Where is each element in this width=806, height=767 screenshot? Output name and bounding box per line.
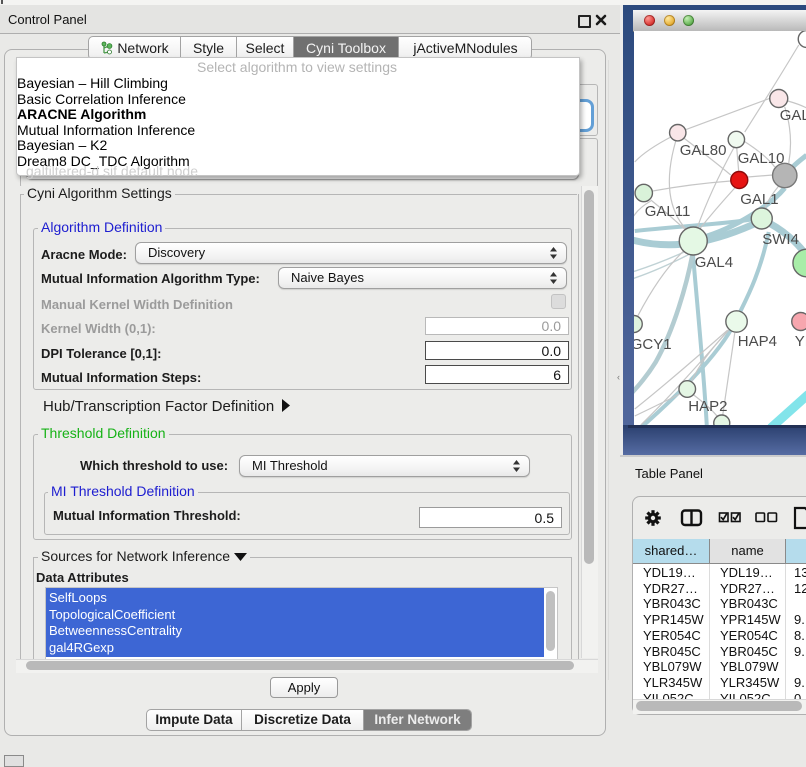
svg-text:GAL7: GAL7 <box>779 107 806 124</box>
svg-text:YM: YM <box>794 333 806 350</box>
svg-text:GAL10: GAL10 <box>737 150 784 167</box>
svg-text:GAL4: GAL4 <box>694 254 732 271</box>
svg-text:GAL1: GAL1 <box>740 191 778 208</box>
svg-text:SWI4: SWI4 <box>762 231 799 248</box>
svg-text:HAP4: HAP4 <box>737 333 776 350</box>
svg-text:GAL11: GAL11 <box>644 203 690 220</box>
svg-text:GCY1: GCY1 <box>634 336 672 353</box>
svg-text:HAP2: HAP2 <box>688 398 727 415</box>
svg-text:GAL80: GAL80 <box>679 142 726 159</box>
